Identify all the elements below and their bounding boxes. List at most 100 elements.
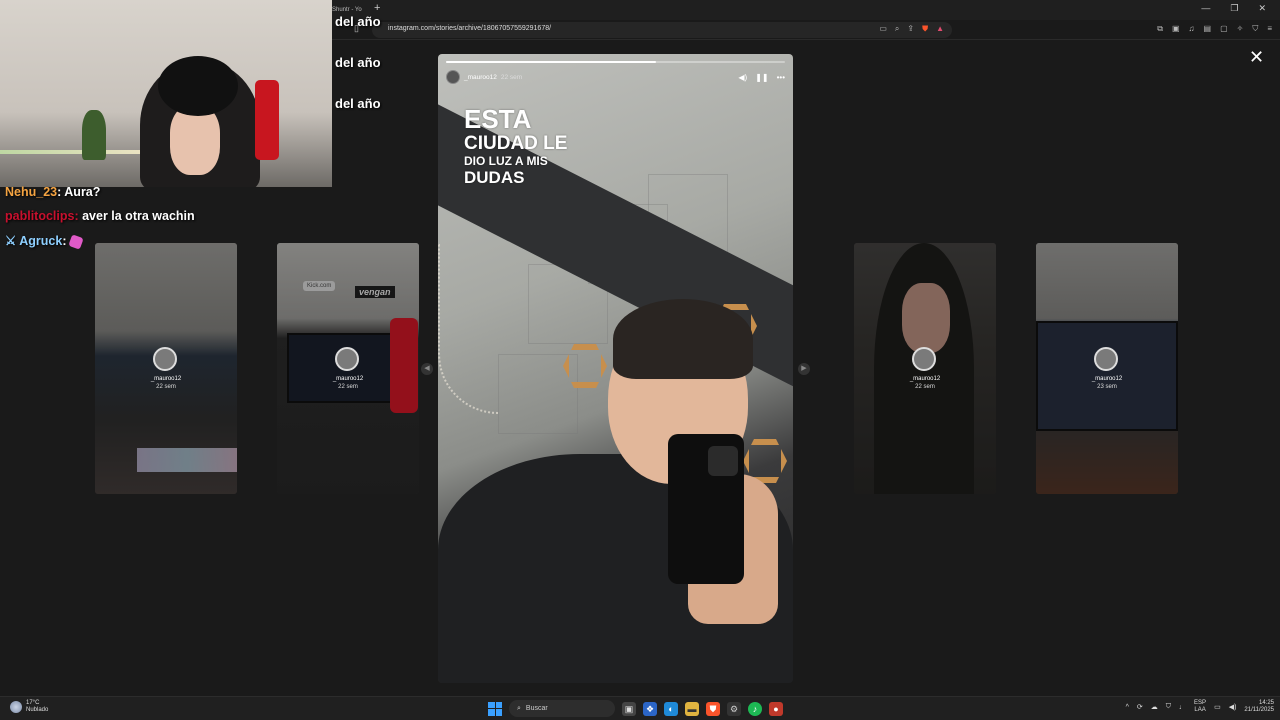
url-text: instagram.com/stories/archive/1806705755…	[388, 25, 552, 32]
taskbar-apps: ⌕ Buscar ▣ ❖ ◐ ▬ ⛊ ⚙ ♪ ●	[488, 700, 783, 717]
search-placeholder: Buscar	[525, 705, 548, 712]
chevron-up-icon[interactable]: ^	[1126, 704, 1129, 711]
card-username: _mauroo12	[332, 376, 364, 382]
minimize-button[interactable]: —	[1201, 3, 1210, 14]
language-indicator[interactable]: ESP LAA	[1194, 700, 1206, 714]
pause-icon[interactable]: ❚❚	[755, 73, 768, 82]
media-icon[interactable]: ♫	[1189, 24, 1195, 34]
extension-icons: ⧉ ▣ ♫ ▤ ▢ ✧ ⛉ ≡	[1157, 24, 1272, 34]
cloud-tray-icon[interactable]: ☁	[1151, 703, 1158, 711]
taskbar-search[interactable]: ⌕ Buscar	[509, 700, 615, 717]
sidebar-icon[interactable]: ▤	[1204, 24, 1212, 34]
sync-icon[interactable]: ⟳	[1137, 703, 1143, 711]
chat-text: Aura?	[64, 185, 101, 199]
volume-icon[interactable]: ◀)	[1229, 703, 1237, 711]
new-tab-button[interactable]: +	[374, 2, 380, 14]
story-controls: ◀) ❚❚ •••	[738, 73, 785, 82]
weather-widget[interactable]: 17°C Nublado	[10, 700, 48, 714]
chat-username: Agruck	[19, 234, 63, 248]
story-age: 22 sem	[500, 73, 523, 81]
more-options-icon[interactable]: •••	[777, 73, 785, 82]
address-bar-icons: ▭ ⌕ ⇪ ⛊ ▲	[879, 24, 944, 34]
caption-line: DUDAS	[464, 168, 525, 187]
close-icon[interactable]: ✕	[1249, 48, 1264, 66]
story-card-1[interactable]: _mauroo12 22 sem	[95, 243, 237, 494]
brave-rewards-icon[interactable]: ▲	[936, 24, 944, 34]
spotify-icon[interactable]: ♪	[748, 701, 762, 716]
search-icon: ⌕	[517, 704, 521, 712]
chat-message: ⚔ Agruck:	[5, 233, 84, 250]
card-username: _mauroo12	[150, 376, 182, 382]
card-age: 22 sem	[915, 384, 935, 390]
card-age: 22 sem	[338, 384, 358, 390]
settings-icon[interactable]: ⚙	[727, 701, 741, 716]
card-age: 23 sem	[1097, 384, 1117, 390]
clock[interactable]: 14:25 21/11/2025	[1244, 700, 1274, 714]
avatar	[1094, 347, 1118, 371]
overlay-label: del año	[335, 14, 381, 29]
display-icon[interactable]: ▭	[1214, 703, 1221, 711]
story-card-2[interactable]: Kick.com vengan _mauroo12 22 sem	[277, 243, 419, 494]
address-bar[interactable]: instagram.com/stories/archive/1806705755…	[372, 22, 952, 38]
avatar	[335, 347, 359, 371]
avatar[interactable]	[446, 70, 460, 84]
menu-icon[interactable]: ≡	[1267, 24, 1272, 34]
weather-desc: Nublado	[26, 706, 49, 713]
card-username: _mauroo12	[909, 376, 941, 382]
share-icon[interactable]: ⇪	[907, 24, 914, 34]
mute-icon[interactable]: ◀)	[738, 73, 747, 82]
extension-icon[interactable]: ⧉	[1157, 24, 1163, 34]
cloud-icon	[10, 700, 22, 713]
caption-line: ESTA	[464, 104, 532, 134]
window-controls: — ❐ ✕	[1201, 3, 1266, 14]
close-window-button[interactable]: ✕	[1258, 3, 1266, 14]
browser-toolbar: ▯ instagram.com/stories/archive/18067057…	[332, 20, 1280, 40]
file-explorer-icon[interactable]: ▬	[685, 701, 699, 716]
next-story-icon[interactable]: ▶	[798, 363, 810, 375]
chat-username: pablitoclips	[5, 209, 75, 223]
shield-tray-icon[interactable]: ⛉	[1166, 703, 1171, 711]
microphone-image	[255, 80, 279, 160]
overlay-label: del año	[335, 55, 381, 70]
emote-icon	[68, 234, 84, 250]
date: 21/11/2025	[1244, 707, 1274, 714]
active-story[interactable]: _mauroo12 22 sem ◀) ❚❚ ••• ESTA CIUDAD L…	[438, 54, 793, 683]
webcam-overlay	[0, 0, 332, 187]
extension-icon-2[interactable]: ▣	[1172, 24, 1180, 34]
story-card-4[interactable]: _mauroo12 23 sem	[1036, 243, 1178, 494]
wallet-icon[interactable]: ▢	[1220, 24, 1228, 34]
brave-icon[interactable]: ⛊	[706, 701, 720, 716]
story-progress-fill	[446, 61, 657, 63]
chat-message: Nehu_23: Aura?	[5, 185, 101, 199]
windows-start-icon[interactable]	[488, 701, 502, 716]
zoom-icon[interactable]: ⌕	[895, 24, 899, 34]
brave-shield-icon[interactable]: ⛊	[922, 24, 928, 34]
fairy-lights	[0, 150, 140, 154]
phone-shape	[668, 434, 744, 584]
story-header: _mauroo12 22 sem ◀) ❚❚ •••	[446, 69, 785, 85]
story-caption: ESTA CIUDAD LE DIO LUZ A MIS DUDAS	[464, 106, 567, 186]
screen: Shuntr - Yo + — ❐ ✕ ▯ instagram.com/stor…	[0, 0, 1280, 720]
task-view-icon[interactable]: ▣	[622, 701, 636, 716]
vpn-icon[interactable]: ⛉	[1252, 24, 1258, 34]
card-username: _mauroo12	[1091, 376, 1123, 382]
tab-title: Shuntr - Yo	[332, 7, 362, 13]
weather-temp: 17°C	[26, 700, 40, 706]
system-tray: ^ ⟳ ☁ ⛉ ♩ ESP LAA ▭ ◀) 14:25 21/11/2025	[1126, 700, 1274, 714]
story-progress-bar	[446, 61, 785, 63]
sword-badge-icon: ⚔	[5, 234, 17, 248]
hammock-shape	[438, 244, 498, 414]
ai-icon[interactable]: ✧	[1237, 24, 1244, 34]
avatar	[912, 347, 936, 371]
cast-icon[interactable]: ▭	[879, 24, 887, 34]
recording-app-icon[interactable]: ●	[769, 701, 783, 716]
hair-shape	[613, 299, 753, 379]
mic-tray-icon[interactable]: ♩	[1179, 704, 1186, 711]
restore-button[interactable]: ❐	[1230, 3, 1238, 14]
copilot-icon[interactable]: ❖	[643, 701, 657, 716]
previous-story-icon[interactable]: ◀	[421, 363, 433, 375]
edge-icon[interactable]: ◐	[664, 701, 678, 716]
story-username[interactable]: _mauroo12	[464, 74, 497, 81]
story-card-3[interactable]: _mauroo12 22 sem	[854, 243, 996, 494]
overlay-label: del año	[335, 96, 381, 111]
